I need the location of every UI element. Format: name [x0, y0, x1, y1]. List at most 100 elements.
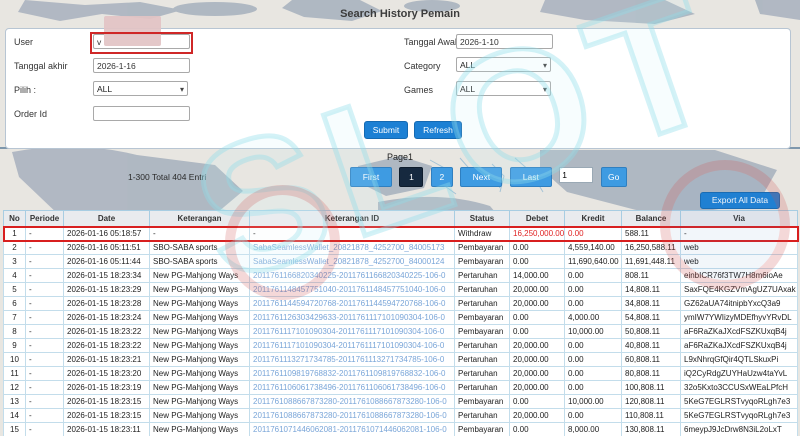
- table-row[interactable]: 5-2026-01-15 18:23:29 New PG-Mahjong Ways…: [3, 282, 798, 297]
- chevron-down-icon: ▾: [542, 61, 547, 70]
- table-row[interactable]: 15-2026-01-15 18:23:11 New PG-Mahjong Way…: [3, 422, 798, 436]
- table-cell[interactable]: 2011761117101090304-2011761117101090304-…: [249, 338, 455, 353]
- table-cell: 2026-01-15 18:23:11: [63, 422, 150, 436]
- table-cell[interactable]: 2011761148457751040-2011761148457751040-…: [249, 282, 455, 297]
- table-cell: 808.11: [621, 268, 681, 283]
- table-cell: New PG-Mahjong Ways: [149, 408, 250, 423]
- table-cell[interactable]: 2011761106061738496-2011761106061738496-…: [249, 380, 455, 395]
- search-form-panel: User Tanggal akhir Pilih : ALL ▾ Order I…: [5, 16, 791, 149]
- table-cell: 110,808.11: [621, 408, 681, 423]
- next-page-button[interactable]: Next: [460, 167, 503, 187]
- table-cell: 3: [3, 254, 26, 269]
- table-row[interactable]: 10-2026-01-15 18:23:21 New PG-Mahjong Way…: [3, 352, 798, 367]
- tanggal-awal-input[interactable]: [456, 34, 553, 49]
- table-cell[interactable]: 2011761126303429633-2011761117101090304-…: [249, 310, 455, 325]
- goto-page-input[interactable]: [559, 167, 594, 183]
- table-cell: 50,808.11: [621, 324, 681, 339]
- table-row[interactable]: 11-2026-01-15 18:23:20 New PG-Mahjong Way…: [3, 366, 798, 381]
- table-cell: -: [25, 254, 64, 269]
- table-cell: 6: [3, 296, 26, 311]
- first-page-button[interactable]: First: [350, 167, 392, 187]
- table-cell: 8,000.00: [564, 422, 622, 436]
- page-1-button[interactable]: 1: [399, 167, 424, 187]
- table-cell[interactable]: 2011761109819768832-2011761109819768832-…: [249, 366, 455, 381]
- last-page-button[interactable]: Last: [509, 167, 552, 187]
- table-cell: 0.00: [564, 268, 622, 283]
- table-cell: 10,000.00: [564, 324, 622, 339]
- table-row[interactable]: 3-2026-01-16 05:11:44 SBO-SABA sports Saba…: [3, 254, 798, 269]
- column-header: Periode: [25, 210, 64, 227]
- table-cell: Pembayaran: [454, 324, 510, 339]
- order-id-label: Order Id: [14, 109, 48, 119]
- table-cell: 11,690,640.00: [564, 254, 622, 269]
- table-cell: Pertaruhan: [454, 366, 510, 381]
- table-cell[interactable]: 2011761113271734785-2011761113271734785-…: [249, 352, 455, 367]
- table-cell[interactable]: 2011761144594720768-2011761144594720768-…: [249, 296, 455, 311]
- table-row[interactable]: 2-2026-01-16 05:11:51 SBO-SABA sports Saba…: [3, 240, 798, 255]
- table-cell: 2: [3, 240, 26, 255]
- table-row[interactable]: 8-2026-01-15 18:23:22 New PG-Mahjong Ways…: [3, 324, 798, 339]
- table-cell: 2026-01-16 05:11:51: [63, 240, 150, 255]
- submit-button[interactable]: Submit: [364, 121, 408, 139]
- table-cell: 54,808.11: [621, 310, 681, 325]
- table-cell: New PG-Mahjong Ways: [149, 338, 250, 353]
- table-cell: iQ2CyRdgZUYHaUzw4taYvL: [680, 366, 798, 381]
- table-row[interactable]: 9-2026-01-15 18:23:22 New PG-Mahjong Ways…: [3, 338, 798, 353]
- table-cell: 4,000.00: [564, 310, 622, 325]
- table-cell[interactable]: 2011761088667873280-2011761088667873280-…: [249, 408, 455, 423]
- column-header: Keterangan: [149, 210, 250, 227]
- order-id-input[interactable]: [93, 106, 190, 121]
- table-cell: -: [25, 268, 64, 283]
- table-row[interactable]: 4-2026-01-15 18:23:34 New PG-Mahjong Ways…: [3, 268, 798, 283]
- table-cell: 20,000.00: [509, 296, 565, 311]
- table-cell: 0.00: [509, 422, 565, 436]
- table-row[interactable]: 6-2026-01-15 18:23:28 New PG-Mahjong Ways…: [3, 296, 798, 311]
- refresh-button[interactable]: Refresh: [414, 121, 462, 139]
- games-label: Games: [404, 85, 434, 95]
- total-entries-text: 1-300 Total 404 Entri: [128, 172, 207, 182]
- table-cell: -: [25, 324, 64, 339]
- go-button[interactable]: Go: [600, 167, 627, 187]
- table-row[interactable]: 1-2026-01-16 05:18:57- - Withdraw 16,250,00…: [2, 225, 799, 242]
- table-cell[interactable]: 2011761166820340225-2011761166820340225-…: [249, 268, 455, 283]
- table-cell: SBO-SABA sports: [149, 254, 250, 269]
- table-cell: 34,808.11: [621, 296, 681, 311]
- table-cell: 100,808.11: [621, 380, 681, 395]
- pilih-select[interactable]: ALL ▾: [93, 81, 188, 96]
- table-cell[interactable]: SabaSeamlessWallet_20821878_4252700_8400…: [249, 254, 455, 269]
- chevron-down-icon: ▾: [179, 85, 184, 94]
- tanggal-akhir-label: Tanggal akhir: [14, 61, 68, 71]
- table-cell: 0.00: [564, 380, 622, 395]
- tanggal-akhir-input[interactable]: [93, 58, 190, 73]
- pilih-select-value: ALL: [97, 84, 113, 94]
- table-cell: -: [25, 422, 64, 436]
- table-cell: 80,808.11: [621, 366, 681, 381]
- table-cell: Pembayaran: [454, 422, 510, 436]
- table-cell: New PG-Mahjong Ways: [149, 310, 250, 325]
- table-cell: 40,808.11: [621, 338, 681, 353]
- table-row[interactable]: 14-2026-01-15 18:23:15 New PG-Mahjong Way…: [3, 408, 798, 423]
- table-cell[interactable]: 2011761088667873280-2011761088667873280-…: [249, 394, 455, 409]
- export-all-data-button[interactable]: Export All Data: [700, 192, 780, 209]
- table-cell: 1: [3, 226, 26, 241]
- column-header: Date: [63, 210, 150, 227]
- category-select[interactable]: ALL ▾: [456, 57, 551, 72]
- games-select-value: ALL: [460, 84, 476, 94]
- table-cell[interactable]: SabaSeamlessWallet_20821878_4252700_8400…: [249, 240, 455, 255]
- table-row[interactable]: 12-2026-01-15 18:23:19 New PG-Mahjong Way…: [3, 380, 798, 395]
- games-select[interactable]: ALL ▾: [456, 81, 551, 96]
- user-field-highlight-box: [90, 32, 193, 54]
- table-cell: New PG-Mahjong Ways: [149, 366, 250, 381]
- table-row[interactable]: 13-2026-01-15 18:23:15 New PG-Mahjong Way…: [3, 394, 798, 409]
- table-cell[interactable]: 2011761071446062081-2011761071446062081-…: [249, 422, 455, 436]
- table-cell: 32o5Kxto3CCUSxWEaLPfcH: [680, 380, 798, 395]
- history-table: No Periode Date Keterangan Keterangan ID Stat…: [2, 210, 799, 436]
- page-2-button[interactable]: 2: [430, 167, 453, 187]
- table-row[interactable]: 7-2026-01-15 18:23:24 New PG-Mahjong Ways…: [3, 310, 798, 325]
- table-cell: -: [25, 366, 64, 381]
- table-cell: Pembayaran: [454, 240, 510, 255]
- table-cell: 5: [3, 282, 26, 297]
- table-cell[interactable]: 2011761117101090304-2011761117101090304-…: [249, 324, 455, 339]
- table-cell: New PG-Mahjong Ways: [149, 422, 250, 436]
- table-cell: 2026-01-15 18:23:21: [63, 352, 150, 367]
